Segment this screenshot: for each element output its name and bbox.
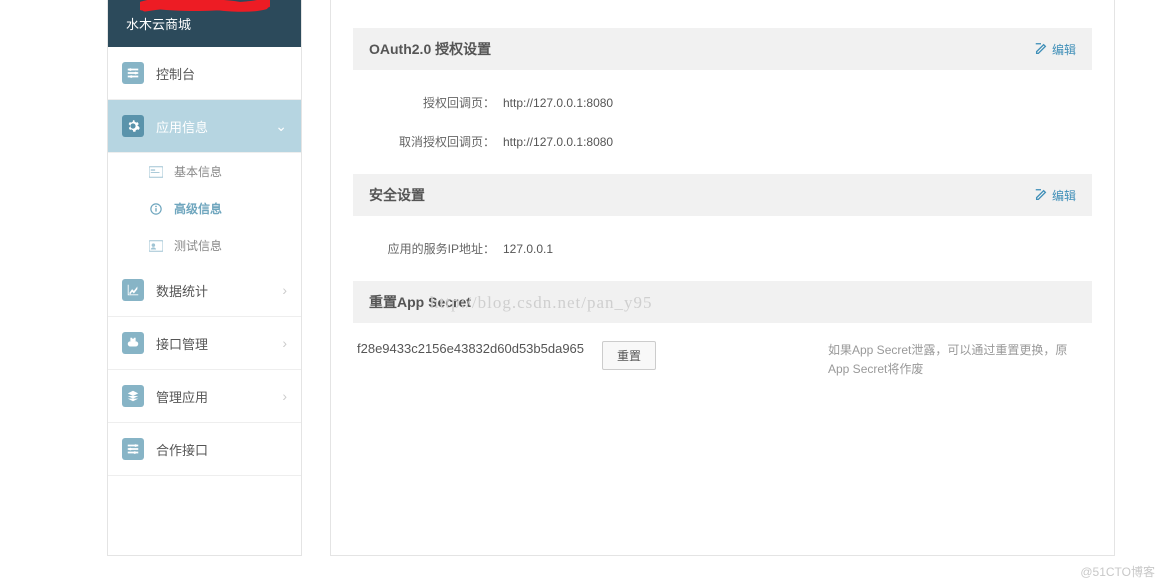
field-label: 授权回调页： [363,94,503,111]
user-icon [148,239,164,253]
subitem-basic[interactable]: 基本信息 [108,153,301,190]
edit-icon [1034,42,1048,56]
info-icon [148,202,164,216]
chevron-right-icon: › [282,388,287,404]
oauth-section-header: OAuth2.0 授权设置 编辑 [353,28,1092,70]
field-value: 127.0.0.1 [503,242,553,256]
main-content: OAuth2.0 授权设置 编辑 授权回调页： http://127.0.0.1… [330,0,1115,556]
reset-button[interactable]: 重置 [602,341,656,370]
chevron-right-icon: › [282,335,287,351]
card-icon [148,165,164,179]
chevron-down-icon: ⌄ [275,118,287,135]
nav-label: 应用信息 [156,117,275,136]
sidebar-item-api[interactable]: 接口管理 › [108,317,301,370]
subitem-test[interactable]: 测试信息 [108,227,301,264]
subnav: 基本信息 高级信息 测试信息 [108,153,301,264]
subitem-label: 高级信息 [174,200,222,217]
sidebar-item-appinfo[interactable]: 应用信息 ⌄ [108,100,301,153]
secret-row: f28e9433c2156e43832d60d53b5da965 重置 如果Ap… [353,323,1092,379]
subitem-label: 测试信息 [174,237,222,254]
nav-label: 管理应用 [156,387,282,406]
sidebar-header: 水木云商城 [108,0,301,47]
chevron-right-icon: › [282,282,287,298]
callback-row: 授权回调页： http://127.0.0.1:8080 [363,94,1082,111]
secret-section-header: 重置App Secret [353,281,1092,323]
gear-icon [122,115,144,137]
nav-label: 控制台 [156,64,287,83]
nav-label: 合作接口 [156,440,287,459]
cancel-callback-row: 取消授权回调页： http://127.0.0.1:8080 [363,133,1082,150]
section-title: 安全设置 [369,185,425,205]
section-title: OAuth2.0 授权设置 [369,39,491,59]
field-label: 取消授权回调页： [363,133,503,150]
security-section-header: 安全设置 编辑 [353,174,1092,216]
chart-icon [122,279,144,301]
field-label: 应用的服务IP地址： [363,240,503,257]
sidebar-item-manage[interactable]: 管理应用 › [108,370,301,423]
secret-value: f28e9433c2156e43832d60d53b5da965 [357,341,584,356]
field-value: http://127.0.0.1:8080 [503,135,613,149]
nav-label: 接口管理 [156,334,282,353]
sidebar-item-partner[interactable]: 合作接口 [108,423,301,476]
subitem-advanced[interactable]: 高级信息 [108,190,301,227]
subitem-label: 基本信息 [174,163,222,180]
section-title: 重置App Secret [369,292,471,312]
nav-label: 数据统计 [156,281,282,300]
sidebar-item-console[interactable]: 控制台 [108,47,301,100]
sliders-icon [122,62,144,84]
sidebar-item-stats[interactable]: 数据统计 › [108,264,301,317]
plug-icon [122,332,144,354]
field-value: http://127.0.0.1:8080 [503,96,613,110]
footer-watermark: @51CTO博客 [1080,563,1155,580]
edit-button[interactable]: 编辑 [1034,41,1076,58]
ip-row: 应用的服务IP地址： 127.0.0.1 [363,240,1082,257]
edit-icon [1034,188,1048,202]
sidebar: 水木云商城 控制台 应用信息 ⌄ 基本信息 高级信息 测试信息 [107,0,302,556]
stack-icon [122,385,144,407]
secret-note: 如果App Secret泄露，可以通过重置更换，原App Secret将作废 [828,341,1088,379]
sliders-icon [122,438,144,460]
edit-button[interactable]: 编辑 [1034,187,1076,204]
